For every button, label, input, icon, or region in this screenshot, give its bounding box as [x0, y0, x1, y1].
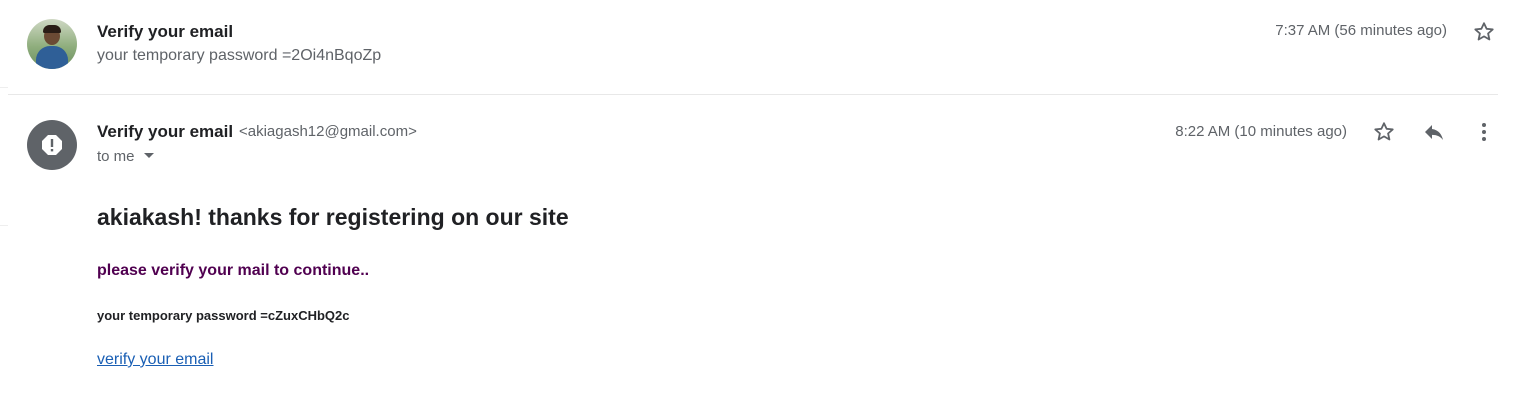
verify-email-link[interactable]: verify your email — [97, 351, 213, 369]
sender-avatar-warning — [27, 120, 77, 170]
email-subheading: please verify your mail to continue.. — [97, 262, 370, 279]
divider-tick — [0, 225, 8, 226]
sender-avatar — [27, 19, 77, 69]
more-vert-icon[interactable] — [1472, 120, 1496, 144]
collapsed-message[interactable]: Verify your email your temporary passwor… — [0, 0, 1513, 94]
sender-name: Verify your email — [97, 122, 234, 141]
message-snippet: your temporary password =2Oi4nBqoZp — [97, 47, 382, 64]
star-icon[interactable] — [1372, 120, 1396, 144]
message-divider — [8, 94, 1498, 95]
chevron-down-icon[interactable] — [144, 153, 154, 158]
message-timestamp: 7:37 AM (56 minutes ago) — [1275, 22, 1447, 39]
recipient-details[interactable]: to me — [97, 148, 135, 165]
email-heading: akiakash! thanks for registering on our … — [97, 204, 569, 230]
avatar-photo-body — [36, 46, 68, 69]
message-timestamp: 8:22 AM (10 minutes ago) — [1175, 123, 1347, 140]
reply-icon[interactable] — [1422, 120, 1446, 144]
temporary-password-line: your temporary password =cZuxCHbQ2c — [97, 308, 350, 323]
email-thread-view: Verify your email your temporary passwor… — [0, 0, 1513, 411]
sender-name: Verify your email — [97, 22, 234, 41]
star-icon[interactable] — [1472, 20, 1496, 44]
warning-icon — [42, 135, 62, 155]
avatar-photo-hair — [43, 25, 61, 33]
sender-email: <akiagash12@gmail.com> — [239, 123, 417, 140]
